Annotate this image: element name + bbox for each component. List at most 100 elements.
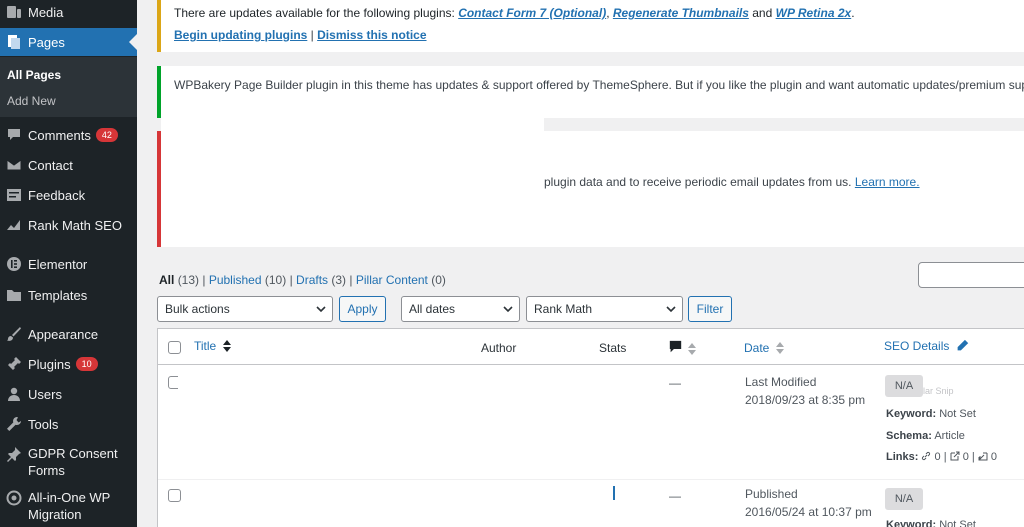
pages-icon: [0, 34, 28, 50]
seo-score-badge: N/A: [885, 375, 923, 397]
sidebar-item-label: Media: [28, 4, 64, 20]
elementor-icon: [0, 256, 28, 272]
sidebar-item-all-in-one-wp-migration[interactable]: All-in-One WP Migration: [0, 486, 137, 526]
incoming-link-icon: [978, 452, 988, 461]
rank-math-icon: [0, 217, 28, 233]
pin-icon: [0, 446, 28, 462]
column-author: Author: [481, 341, 517, 355]
sidebar-item-label: Templates: [28, 287, 88, 303]
wpbakery-notice: WPBakery Page Builder plugin in this the…: [157, 66, 1024, 118]
sidebar-item-tools[interactable]: Tools: [0, 410, 137, 438]
usage-tracking-message: plugin data and to receive periodic emai…: [544, 175, 920, 189]
view-pillar-content[interactable]: Pillar Content: [356, 273, 428, 287]
sidebar-item-label: Plugins: [28, 356, 71, 372]
comments-icon: [0, 127, 28, 143]
users-icon: [0, 386, 28, 402]
column-stats: Stats: [599, 341, 627, 355]
folder-icon: [0, 287, 28, 303]
comment-bubble-icon: [669, 340, 682, 353]
contact-form-7-link[interactable]: Contact Form 7 (Optional): [458, 6, 606, 20]
select-all-checkbox[interactable]: [168, 341, 181, 354]
comment-count: —: [669, 376, 681, 390]
brush-icon: [0, 326, 28, 342]
view-all[interactable]: All: [159, 273, 174, 287]
admin-sidebar: Media Pages All Pages Add New Comments 4…: [0, 0, 137, 527]
table-row: — Published 2016/05/24 at 10:37 pm N/A K…: [158, 479, 1024, 527]
date-filter-select[interactable]: All dates: [401, 296, 520, 322]
sort-icon: [222, 340, 231, 352]
column-date[interactable]: Date: [744, 341, 784, 355]
plugin-updates-notice: There are updates available for the foll…: [157, 0, 1024, 52]
bulk-actions-select[interactable]: Bulk actions: [157, 296, 333, 322]
plugin-updates-message: There are updates available for the foll…: [174, 6, 855, 20]
sidebar-item-gdpr-consent-forms[interactable]: GDPR Consent Forms: [0, 442, 137, 482]
filter-button[interactable]: Filter: [688, 296, 732, 322]
sidebar-item-label: Pages: [28, 34, 65, 50]
media-icon: [0, 4, 28, 20]
comments-count-badge: 42: [95, 128, 118, 142]
seo-keyword: Keyword: Not Set: [886, 408, 976, 420]
sidebar-item-label: Rank Math SEO: [28, 217, 122, 233]
wp-retina-2x-link[interactable]: WP Retina 2x: [776, 6, 852, 20]
sidebar-item-appearance[interactable]: Appearance: [0, 320, 137, 348]
migration-icon: [0, 490, 28, 506]
date-value: 2018/09/23 at 8:35 pm: [745, 393, 866, 407]
table-header: Title Author Stats Date SEO Details: [158, 329, 1024, 365]
sidebar-item-elementor[interactable]: Elementor: [0, 250, 137, 278]
learn-more-link[interactable]: Learn more.: [855, 175, 920, 189]
sidebar-item-label: Feedback: [28, 187, 86, 203]
sort-icon: [688, 343, 697, 355]
table-row: — Last Modified 2018/09/23 at 8:35 pm Si…: [158, 366, 1024, 479]
sidebar-item-label: Appearance: [28, 326, 99, 342]
pencil-icon: [957, 339, 968, 351]
dismiss-notice-link[interactable]: Dismiss this notice: [317, 28, 426, 42]
pages-table: Title Author Stats Date SEO Details — La…: [157, 328, 1024, 527]
plugin-updates-actions: Begin updating plugins | Dismiss this no…: [174, 28, 427, 42]
seo-score-badge: N/A: [885, 488, 923, 510]
apply-button[interactable]: Apply: [339, 296, 386, 322]
search-pages-input[interactable]: [918, 262, 1024, 288]
date-value: 2016/05/24 at 10:37 pm: [745, 505, 872, 519]
sidebar-item-media[interactable]: Media: [0, 0, 137, 26]
sidebar-item-contact[interactable]: Contact: [0, 151, 137, 179]
regenerate-thumbnails-link[interactable]: Regenerate Thumbnails: [613, 6, 749, 20]
submenu-add-new[interactable]: Add New: [7, 94, 56, 108]
submenu-all-pages[interactable]: All Pages: [7, 68, 61, 82]
wrench-icon: [0, 416, 28, 432]
sidebar-item-label: Elementor: [28, 256, 88, 272]
sidebar-item-users[interactable]: Users: [0, 380, 137, 408]
usage-tracking-notice: plugin data and to receive periodic emai…: [157, 131, 1024, 247]
sidebar-item-label: Tools: [28, 416, 59, 432]
pages-submenu: All Pages Add New: [0, 57, 137, 117]
chevron-down-icon: [503, 306, 513, 313]
sidebar-item-label: Users: [28, 386, 62, 402]
sidebar-item-label: All-in-One WP Migration: [28, 490, 111, 522]
column-comments[interactable]: [669, 340, 697, 356]
sidebar-item-label: Contact: [28, 157, 73, 173]
seo-schema: Schema: Article: [886, 430, 965, 442]
view-drafts[interactable]: Drafts: [296, 273, 328, 287]
external-link-icon: [950, 451, 960, 461]
internal-link-icon: [922, 451, 931, 461]
sidebar-item-templates[interactable]: Templates: [0, 281, 137, 309]
wpbakery-message: WPBakery Page Builder plugin in this the…: [174, 78, 1024, 92]
seo-keyword: Keyword: Not Set: [886, 519, 976, 527]
sidebar-item-comments[interactable]: Comments 42: [0, 121, 137, 149]
feedback-icon: [0, 187, 28, 203]
begin-updating-plugins-link[interactable]: Begin updating plugins: [174, 28, 307, 42]
rank-math-filter-select[interactable]: Rank Math: [526, 296, 683, 322]
column-seo-details[interactable]: SEO Details: [884, 339, 969, 353]
sidebar-item-feedback[interactable]: Feedback: [0, 181, 137, 209]
row-checkbox[interactable]: [168, 489, 181, 502]
sidebar-item-rank-math-seo[interactable]: Rank Math SEO: [0, 211, 137, 239]
column-title[interactable]: Title: [194, 339, 231, 353]
view-published[interactable]: Published: [209, 273, 262, 287]
chevron-down-icon: [316, 306, 326, 313]
text-cursor: [613, 486, 615, 500]
sidebar-item-plugins[interactable]: Plugins 10: [0, 350, 137, 378]
sidebar-item-label: Comments: [28, 127, 91, 143]
comment-count: —: [669, 489, 681, 503]
plugins-update-badge: 10: [75, 357, 98, 371]
envelope-icon: [0, 157, 28, 173]
sidebar-item-pages[interactable]: Pages: [0, 28, 137, 56]
